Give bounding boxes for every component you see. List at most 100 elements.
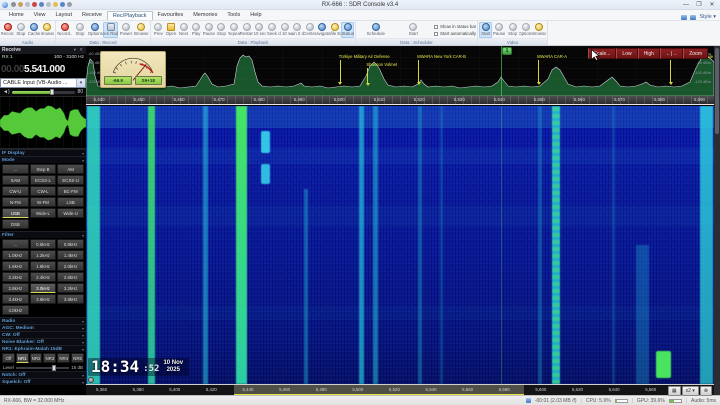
panel-header-buttons[interactable]: ▾ ✕ xyxy=(74,47,84,53)
undo-icon[interactable] xyxy=(67,2,72,7)
ribbon-button[interactable]: Gain 0 dB xyxy=(291,22,304,38)
ribbon-tab[interactable]: Rec/Playback xyxy=(106,11,153,20)
radio-option-row[interactable]: CW: Off ▾ xyxy=(0,331,86,338)
mode-button[interactable]: LSB xyxy=(57,197,84,207)
right-scrollbar[interactable] xyxy=(714,46,720,395)
filter-button[interactable]: 2.0kHz xyxy=(57,261,84,271)
mode-button[interactable]: DSB xyxy=(2,219,29,229)
ribbon-button[interactable]: Datafile Editor xyxy=(329,22,341,38)
nr-button[interactable]: NR2 xyxy=(29,353,43,363)
ribbon-button[interactable]: Stop xyxy=(506,22,519,38)
ribbon-button[interactable]: Start xyxy=(395,22,433,38)
mode-button[interactable]: USB xyxy=(2,208,29,218)
ribbon-button[interactable]: Forward 10 seconds xyxy=(278,22,291,38)
filter-button[interactable]: 2.4kHz xyxy=(29,272,57,282)
ribbon-button[interactable]: Status xyxy=(341,22,354,38)
ribbon-tab[interactable]: Memories xyxy=(188,11,222,20)
waterfall-close-icon[interactable]: ⊗ xyxy=(699,386,712,396)
filter-button[interactable]: 3.6kHz xyxy=(29,294,57,304)
radio-option-row[interactable]: Notch: Off ▾ xyxy=(0,371,86,378)
ribbon-button[interactable]: Record xyxy=(1,22,14,38)
ribbon-button[interactable]: Browse xyxy=(134,22,149,38)
ribbon-button[interactable]: Repeat xyxy=(228,22,240,38)
filter-button[interactable]: 1.0kHz xyxy=(2,250,29,260)
ribbon-button[interactable]: Back 10 seconds xyxy=(253,22,266,38)
radio-option-row[interactable]: NR1: Ephraim-Malah 15dB ▾ xyxy=(0,345,86,352)
stop-icon[interactable] xyxy=(32,2,37,7)
nr-level-slider[interactable] xyxy=(15,364,70,371)
mode-button[interactable]: ... xyxy=(2,164,29,174)
spectrum-display[interactable]: -60 dBm-80 dBm-100 dBm-120 dBm -60 dBm-8… xyxy=(86,46,714,96)
mode-button[interactable]: CW-U xyxy=(2,186,29,196)
ribbon-button[interactable]: Pause xyxy=(492,22,505,38)
record-icon[interactable] xyxy=(25,2,30,7)
filter-button[interactable]: 1.8kHz xyxy=(29,261,57,271)
maximize-button[interactable]: ❐ xyxy=(693,1,705,9)
ribbon-button[interactable]: Open xyxy=(165,22,178,38)
ribbon-button[interactable]: Stop xyxy=(72,22,87,38)
audio-device-select[interactable]: CABLE Input (VB-Audio ... ▾ xyxy=(0,78,86,88)
nr-button[interactable]: Off xyxy=(2,353,15,363)
filter-button[interactable]: 1.6kHz xyxy=(2,261,29,271)
mode-button[interactable]: Step B xyxy=(29,164,57,174)
ribbon-button[interactable]: Navigator xyxy=(316,22,329,38)
spectrum-toolbar-button[interactable]: ←|→ xyxy=(659,48,684,59)
ribbon-tab[interactable]: Help xyxy=(245,11,266,20)
ribbon-button[interactable]: Stop xyxy=(215,22,228,38)
ribbon-button[interactable]: Restart xyxy=(240,22,253,38)
spectrum-toolbar-button[interactable]: Zoom xyxy=(683,48,708,59)
filter-button[interactable]: 4.0kHz xyxy=(2,305,29,315)
ribbon-button[interactable]: Pause xyxy=(203,22,216,38)
ribbon-button[interactable]: Browse xyxy=(41,22,54,38)
close-button[interactable]: ✕ xyxy=(706,1,718,9)
waterfall-display[interactable]: 18:34 :52 10 Nov 2025 xyxy=(86,106,714,384)
filter-button[interactable]: 2.8kHz xyxy=(2,283,29,293)
mode-button[interactable]: AM xyxy=(57,164,84,174)
frequency-annotation[interactable]: MWARA CAR-A xyxy=(536,54,567,86)
ribbon-tab[interactable]: Home xyxy=(4,11,29,20)
radio-option-row[interactable]: Noise Blanker: Off ▾ xyxy=(0,338,86,345)
ribbon-checkbox[interactable]: Start automatically xyxy=(434,31,476,36)
waterfall-speed-button[interactable]: x2 ▾ xyxy=(681,386,699,396)
filter-button[interactable]: 0.6kHz xyxy=(29,239,57,249)
scrollbar-thumb[interactable] xyxy=(715,48,719,134)
folder-icon[interactable] xyxy=(53,2,58,7)
ribbon-button[interactable]: Next xyxy=(177,22,190,38)
filter-button[interactable]: 3.4kHz xyxy=(2,294,29,304)
filter-button[interactable]: 3.0kHz xyxy=(29,283,57,293)
filter-button[interactable]: ... xyxy=(2,239,29,249)
spectrum-toolbar-button[interactable]: High xyxy=(637,48,660,59)
mode-button[interactable]: BC-FM xyxy=(57,186,84,196)
mode-button[interactable]: Wide-U xyxy=(57,208,84,218)
help-icon[interactable] xyxy=(46,2,51,7)
filter-button[interactable]: 3.2kHz xyxy=(57,283,84,293)
span-navigator-bar[interactable]: 5,360 5,380 5,400 5,420 5,440 5,460 5,480 5,500… xyxy=(86,384,714,396)
ribbon-tab[interactable]: View xyxy=(29,11,51,20)
ribbon-button[interactable]: Power xyxy=(118,22,133,38)
filter-button[interactable]: 0.8kHz xyxy=(57,239,84,249)
mode-button[interactable]: SAM xyxy=(2,175,29,185)
ribbon-button[interactable]: Seek xyxy=(266,22,279,38)
identity-icon[interactable] xyxy=(18,2,23,7)
volume-slider[interactable] xyxy=(11,89,76,95)
ribbon-button[interactable]: Browse xyxy=(533,22,546,38)
frequency-annotation[interactable]: MWARA New York CAR-B xyxy=(416,54,466,86)
radio-header[interactable]: Radio ▾ xyxy=(0,317,86,324)
frequency-annotation[interactable]: Shannon Volmet xyxy=(365,62,397,87)
mode-button[interactable]: CW-L xyxy=(29,186,57,196)
pin-icon[interactable] xyxy=(11,2,16,7)
radio-option-row[interactable]: Squelch: Off ▾ xyxy=(0,378,86,385)
ribbon-button[interactable]: Options xyxy=(519,22,533,38)
frequency-annotation[interactable]: MWARA Santiago Chile xyxy=(668,54,713,86)
clock-icon[interactable] xyxy=(39,2,44,7)
save-icon[interactable] xyxy=(60,2,65,7)
radio-option-row[interactable]: AGC: Medium ▾ xyxy=(0,324,86,331)
ribbon-button[interactable]: Lock Radio xyxy=(102,22,119,38)
ribbon-button[interactable]: Record... xyxy=(57,22,72,38)
ribbon-button[interactable]: Stop xyxy=(14,22,27,38)
mode-button[interactable]: N-FM xyxy=(2,197,29,207)
mode-button[interactable]: ECSS-U xyxy=(57,175,84,185)
frequency-scale[interactable]: 5,440 5,450 5,460 5,470 5,480 5,490 5,500 5,510… xyxy=(86,96,714,105)
filter-button[interactable]: 2.6kHz xyxy=(57,272,84,282)
ribbon-button[interactable]: Start xyxy=(479,22,493,38)
